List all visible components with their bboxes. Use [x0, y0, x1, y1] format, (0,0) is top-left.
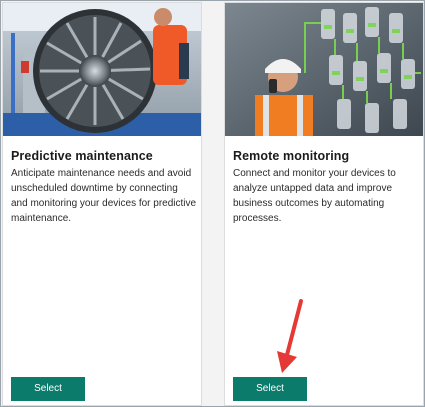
- select-button[interactable]: Select: [233, 377, 307, 401]
- card-title: Predictive maintenance: [11, 149, 153, 163]
- card-title: Remote monitoring: [233, 149, 350, 163]
- card-description: Anticipate maintenance needs and avoid u…: [11, 168, 197, 224]
- select-button[interactable]: Select: [11, 377, 85, 401]
- card-description: Connect and monitor your devices to anal…: [233, 168, 396, 224]
- screenshot-frame: Predictive maintenance Anticipate mainte…: [0, 0, 425, 407]
- solution-card-predictive-maintenance[interactable]: Predictive maintenance Anticipate mainte…: [2, 2, 202, 406]
- control-room-photo: [225, 3, 423, 136]
- jet-engine-photo: [3, 3, 201, 136]
- solution-card-remote-monitoring[interactable]: Remote monitoring Connect and monitor yo…: [224, 2, 424, 406]
